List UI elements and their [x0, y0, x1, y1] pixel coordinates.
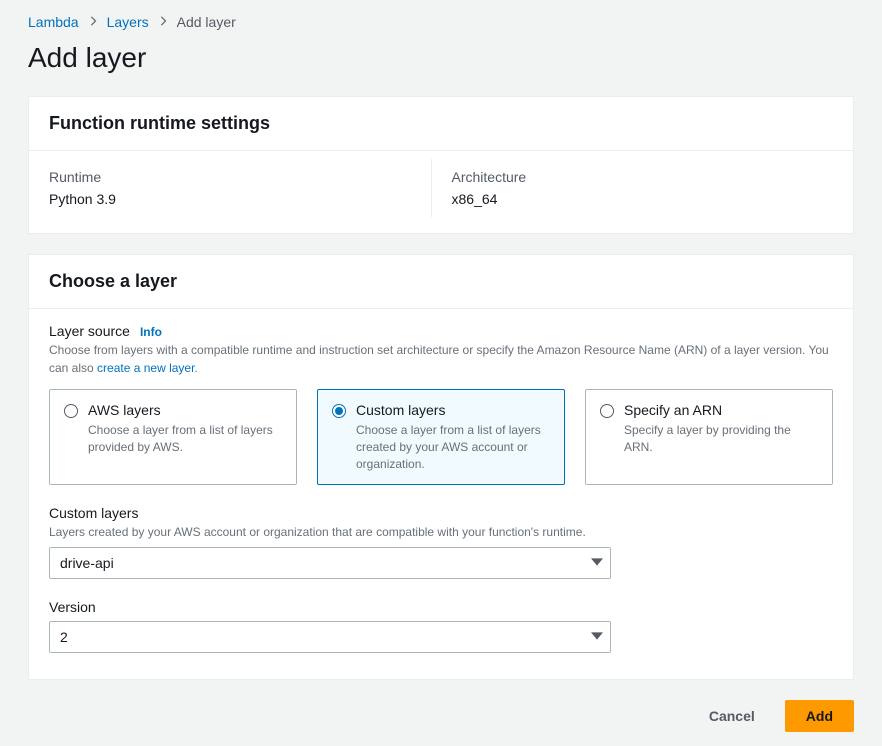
radio-title: Custom layers: [356, 402, 550, 418]
version-section: Version 2: [49, 599, 833, 653]
info-link[interactable]: Info: [140, 325, 162, 339]
radio-description: Specify a layer by providing the ARN.: [624, 422, 818, 456]
radio-description: Choose a layer from a list of layers cre…: [356, 422, 550, 472]
add-button[interactable]: Add: [785, 700, 854, 732]
card-title: Choose a layer: [49, 271, 833, 292]
architecture-column: Architecture x86_64: [432, 159, 834, 217]
radio-specify-arn[interactable]: Specify an ARN Specify a layer by provid…: [585, 389, 833, 485]
card-header: Choose a layer: [29, 255, 853, 309]
architecture-label: Architecture: [452, 169, 834, 185]
card-header: Function runtime settings: [29, 97, 853, 151]
page-title: Add layer: [28, 42, 854, 74]
breadcrumb-lambda[interactable]: Lambda: [28, 14, 79, 30]
breadcrumb-layers[interactable]: Layers: [107, 14, 149, 30]
custom-layers-section: Custom layers Layers created by your AWS…: [49, 505, 833, 579]
runtime-label: Runtime: [49, 169, 431, 185]
radio-aws-layers[interactable]: AWS layers Choose a layer from a list of…: [49, 389, 297, 485]
choose-layer-card: Choose a layer Layer source Info Choose …: [28, 254, 854, 680]
version-label: Version: [49, 599, 96, 615]
card-title: Function runtime settings: [49, 113, 833, 134]
cancel-button[interactable]: Cancel: [689, 700, 775, 732]
radio-icon: [64, 404, 78, 418]
layer-source-description: Choose from layers with a compatible run…: [49, 341, 833, 377]
layer-source-section: Layer source Info Choose from layers wit…: [49, 323, 833, 485]
chevron-right-icon: [159, 15, 167, 29]
chevron-right-icon: [89, 15, 97, 29]
architecture-value: x86_64: [452, 191, 834, 207]
radio-icon: [332, 404, 346, 418]
create-new-layer-link[interactable]: create a new layer: [97, 361, 194, 375]
radio-title: AWS layers: [88, 402, 282, 418]
custom-layers-label: Custom layers: [49, 505, 138, 521]
runtime-settings-card: Function runtime settings Runtime Python…: [28, 96, 854, 234]
breadcrumb-current: Add layer: [177, 14, 236, 30]
runtime-column: Runtime Python 3.9: [49, 159, 432, 217]
layer-source-label: Layer source: [49, 323, 130, 339]
radio-icon: [600, 404, 614, 418]
version-select[interactable]: 2: [49, 621, 611, 653]
runtime-value: Python 3.9: [49, 191, 431, 207]
custom-layers-description: Layers created by your AWS account or or…: [49, 523, 833, 541]
radio-custom-layers[interactable]: Custom layers Choose a layer from a list…: [317, 389, 565, 485]
radio-title: Specify an ARN: [624, 402, 818, 418]
radio-description: Choose a layer from a list of layers pro…: [88, 422, 282, 456]
custom-layers-select[interactable]: drive-api: [49, 547, 611, 579]
breadcrumb: Lambda Layers Add layer: [28, 14, 854, 30]
footer-actions: Cancel Add: [28, 700, 854, 732]
